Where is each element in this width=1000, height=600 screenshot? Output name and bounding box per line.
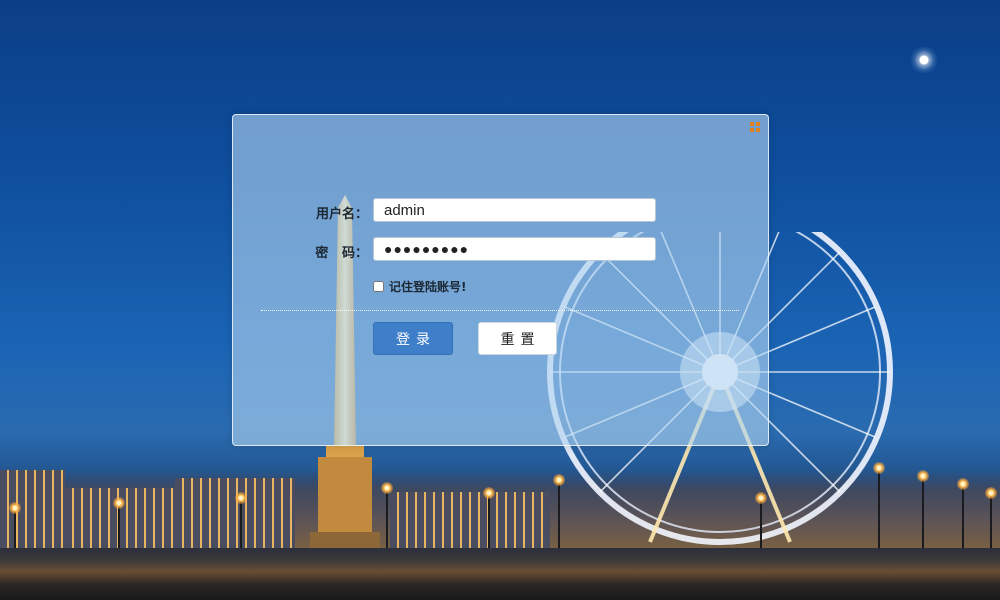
login-button[interactable]: 登录: [373, 322, 453, 355]
moon: [910, 46, 938, 74]
street-lamp: [755, 492, 767, 550]
street-lamp: [985, 487, 997, 550]
grid-icon[interactable]: [750, 122, 760, 132]
street-lamp: [873, 462, 885, 555]
street-lamp: [917, 470, 929, 550]
password-input[interactable]: [373, 237, 656, 261]
building: [390, 492, 550, 548]
divider: [261, 310, 739, 311]
street-lamp: [113, 497, 125, 550]
street-lamp: [381, 482, 393, 550]
remember-label: 记住登陆账号!: [389, 280, 467, 294]
login-panel: 用户名： 密 码： 记住登陆账号! 登录 重置: [232, 114, 769, 446]
username-label: 用户名：: [315, 207, 368, 222]
street-lamp: [553, 474, 565, 550]
building: [175, 478, 295, 548]
street-lamp: [235, 492, 247, 550]
street-lamp: [957, 478, 969, 550]
reset-button[interactable]: 重置: [478, 322, 557, 355]
street: [0, 548, 1000, 600]
street-lamp: [483, 487, 495, 550]
remember-checkbox[interactable]: [373, 281, 384, 292]
remember-checkbox-group[interactable]: 记住登陆账号!: [373, 278, 466, 295]
password-label: 密 码：: [315, 246, 368, 261]
username-input[interactable]: [373, 198, 656, 222]
street-lamp: [9, 502, 21, 550]
